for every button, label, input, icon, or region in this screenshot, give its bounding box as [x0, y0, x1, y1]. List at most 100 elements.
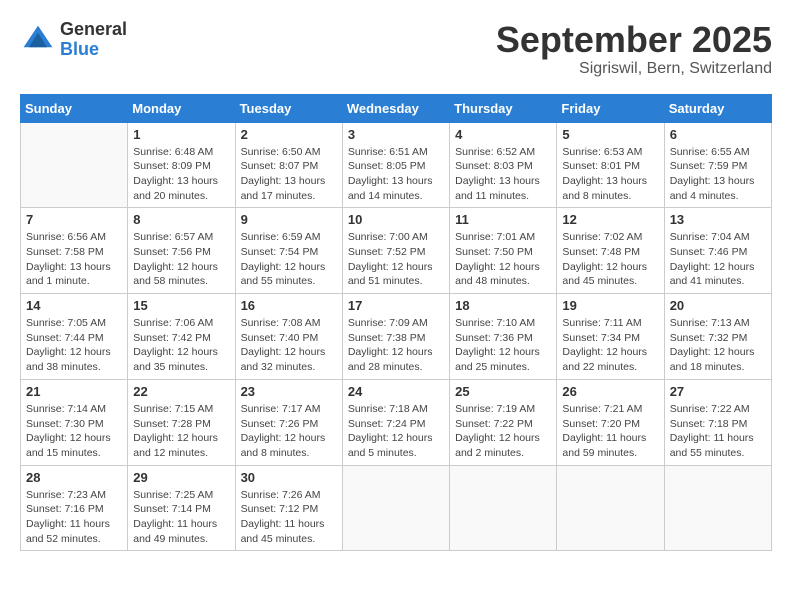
calendar-week-3: 14 Sunrise: 7:05 AMSunset: 7:44 PMDayligh… — [21, 294, 772, 380]
cell-info: Sunrise: 7:18 AMSunset: 7:24 PMDaylight:… — [348, 402, 444, 461]
day-number: 8 — [133, 212, 229, 227]
calendar-cell: 4 Sunrise: 6:52 AMSunset: 8:03 PMDaylight… — [450, 122, 557, 208]
calendar-cell: 11 Sunrise: 7:01 AMSunset: 7:50 PMDayligh… — [450, 208, 557, 294]
day-number: 23 — [241, 384, 337, 399]
calendar-cell: 20Sunrise: 7:13 AMSunset: 7:32 PMDayligh… — [664, 294, 771, 380]
calendar-cell: 25 Sunrise: 7:19 AMSunset: 7:22 PMDayligh… — [450, 379, 557, 465]
calendar-cell: 28Sunrise: 7:23 AMSunset: 7:16 PMDayligh… — [21, 465, 128, 551]
calendar-cell — [21, 122, 128, 208]
calendar-cell: 13 Sunrise: 7:04 AMSunset: 7:46 PMDayligh… — [664, 208, 771, 294]
header-day-friday: Friday — [557, 94, 664, 122]
day-number: 16 — [241, 298, 337, 313]
day-number: 4 — [455, 127, 551, 142]
cell-info: Sunrise: 7:00 AMSunset: 7:52 PMDaylight:… — [348, 230, 444, 289]
day-number: 13 — [670, 212, 766, 227]
day-number: 12 — [562, 212, 658, 227]
cell-info: Sunrise: 7:19 AMSunset: 7:22 PMDaylight:… — [455, 402, 551, 461]
cell-info: Sunrise: 7:04 AMSunset: 7:46 PMDaylight:… — [670, 230, 766, 289]
day-number: 3 — [348, 127, 444, 142]
cell-info: Sunrise: 7:02 AMSunset: 7:48 PMDaylight:… — [562, 230, 658, 289]
calendar-cell: 1 Sunrise: 6:48 AMSunset: 8:09 PMDaylight… — [128, 122, 235, 208]
cell-info: Sunrise: 7:21 AMSunset: 7:20 PMDaylight:… — [562, 402, 658, 461]
calendar-week-2: 7 Sunrise: 6:56 AMSunset: 7:58 PMDaylight… — [21, 208, 772, 294]
location: Sigriswil, Bern, Switzerland — [496, 60, 772, 78]
header-day-thursday: Thursday — [450, 94, 557, 122]
cell-info: Sunrise: 6:56 AMSunset: 7:58 PMDaylight:… — [26, 230, 122, 289]
calendar-cell: 24Sunrise: 7:18 AMSunset: 7:24 PMDayligh… — [342, 379, 449, 465]
logo-blue: Blue — [60, 40, 127, 60]
day-number: 9 — [241, 212, 337, 227]
day-number: 6 — [670, 127, 766, 142]
calendar-cell: 8Sunrise: 6:57 AMSunset: 7:56 PMDaylight… — [128, 208, 235, 294]
cell-info: Sunrise: 7:11 AMSunset: 7:34 PMDaylight:… — [562, 316, 658, 375]
calendar-cell: 27 Sunrise: 7:22 AMSunset: 7:18 PMDayligh… — [664, 379, 771, 465]
cell-info: Sunrise: 7:25 AMSunset: 7:14 PMDaylight:… — [133, 488, 229, 547]
calendar-cell: 21 Sunrise: 7:14 AMSunset: 7:30 PMDayligh… — [21, 379, 128, 465]
day-number: 30 — [241, 470, 337, 485]
calendar-cell: 7 Sunrise: 6:56 AMSunset: 7:58 PMDaylight… — [21, 208, 128, 294]
calendar-cell: 29 Sunrise: 7:25 AMSunset: 7:14 PMDayligh… — [128, 465, 235, 551]
logo: General Blue — [20, 20, 127, 60]
cell-info: Sunrise: 7:15 AMSunset: 7:28 PMDaylight:… — [133, 402, 229, 461]
calendar-cell — [557, 465, 664, 551]
calendar-cell: 14 Sunrise: 7:05 AMSunset: 7:44 PMDayligh… — [21, 294, 128, 380]
calendar-cell: 2 Sunrise: 6:50 AMSunset: 8:07 PMDaylight… — [235, 122, 342, 208]
day-number: 15 — [133, 298, 229, 313]
day-number: 7 — [26, 212, 122, 227]
cell-info: Sunrise: 7:17 AMSunset: 7:26 PMDaylight:… — [241, 402, 337, 461]
day-number: 22 — [133, 384, 229, 399]
day-number: 18 — [455, 298, 551, 313]
header-day-wednesday: Wednesday — [342, 94, 449, 122]
page-header: General Blue September 2025 Sigriswil, B… — [20, 20, 772, 78]
header-day-saturday: Saturday — [664, 94, 771, 122]
calendar-cell: 19 Sunrise: 7:11 AMSunset: 7:34 PMDayligh… — [557, 294, 664, 380]
cell-info: Sunrise: 6:48 AMSunset: 8:09 PMDaylight:… — [133, 145, 229, 204]
calendar-cell: 6 Sunrise: 6:55 AMSunset: 7:59 PMDaylight… — [664, 122, 771, 208]
calendar-cell — [450, 465, 557, 551]
cell-info: Sunrise: 7:22 AMSunset: 7:18 PMDaylight:… — [670, 402, 766, 461]
day-number: 25 — [455, 384, 551, 399]
calendar-cell: 26 Sunrise: 7:21 AMSunset: 7:20 PMDayligh… — [557, 379, 664, 465]
logo-general: General — [60, 20, 127, 40]
day-number: 28 — [26, 470, 122, 485]
calendar-cell: 3 Sunrise: 6:51 AMSunset: 8:05 PMDaylight… — [342, 122, 449, 208]
cell-info: Sunrise: 7:06 AMSunset: 7:42 PMDaylight:… — [133, 316, 229, 375]
day-number: 21 — [26, 384, 122, 399]
logo-icon — [20, 22, 56, 58]
logo-text: General Blue — [60, 20, 127, 60]
calendar-cell: 30 Sunrise: 7:26 AMSunset: 7:12 PMDayligh… — [235, 465, 342, 551]
cell-info: Sunrise: 7:26 AMSunset: 7:12 PMDaylight:… — [241, 488, 337, 547]
calendar-header-row: SundayMondayTuesdayWednesdayThursdayFrid… — [21, 94, 772, 122]
day-number: 2 — [241, 127, 337, 142]
day-number: 11 — [455, 212, 551, 227]
day-number: 14 — [26, 298, 122, 313]
day-number: 29 — [133, 470, 229, 485]
cell-info: Sunrise: 6:55 AMSunset: 7:59 PMDaylight:… — [670, 145, 766, 204]
day-number: 10 — [348, 212, 444, 227]
cell-info: Sunrise: 7:01 AMSunset: 7:50 PMDaylight:… — [455, 230, 551, 289]
day-number: 17 — [348, 298, 444, 313]
day-number: 1 — [133, 127, 229, 142]
cell-info: Sunrise: 7:09 AMSunset: 7:38 PMDaylight:… — [348, 316, 444, 375]
calendar-cell: 15 Sunrise: 7:06 AMSunset: 7:42 PMDayligh… — [128, 294, 235, 380]
title-block: September 2025 Sigriswil, Bern, Switzerl… — [496, 20, 772, 78]
cell-info: Sunrise: 6:59 AMSunset: 7:54 PMDaylight:… — [241, 230, 337, 289]
cell-info: Sunrise: 7:14 AMSunset: 7:30 PMDaylight:… — [26, 402, 122, 461]
header-day-tuesday: Tuesday — [235, 94, 342, 122]
header-day-monday: Monday — [128, 94, 235, 122]
calendar-cell: 12 Sunrise: 7:02 AMSunset: 7:48 PMDayligh… — [557, 208, 664, 294]
calendar-cell: 18 Sunrise: 7:10 AMSunset: 7:36 PMDayligh… — [450, 294, 557, 380]
calendar-cell: 5Sunrise: 6:53 AMSunset: 8:01 PMDaylight… — [557, 122, 664, 208]
day-number: 19 — [562, 298, 658, 313]
cell-info: Sunrise: 7:05 AMSunset: 7:44 PMDaylight:… — [26, 316, 122, 375]
calendar-cell: 17 Sunrise: 7:09 AMSunset: 7:38 PMDayligh… — [342, 294, 449, 380]
day-number: 27 — [670, 384, 766, 399]
cell-info: Sunrise: 7:10 AMSunset: 7:36 PMDaylight:… — [455, 316, 551, 375]
cell-info: Sunrise: 6:51 AMSunset: 8:05 PMDaylight:… — [348, 145, 444, 204]
cell-info: Sunrise: 7:08 AMSunset: 7:40 PMDaylight:… — [241, 316, 337, 375]
day-number: 26 — [562, 384, 658, 399]
cell-info: Sunrise: 6:52 AMSunset: 8:03 PMDaylight:… — [455, 145, 551, 204]
cell-info: Sunrise: 6:50 AMSunset: 8:07 PMDaylight:… — [241, 145, 337, 204]
cell-info: Sunrise: 7:13 AMSunset: 7:32 PMDaylight:… — [670, 316, 766, 375]
calendar-cell: 9 Sunrise: 6:59 AMSunset: 7:54 PMDaylight… — [235, 208, 342, 294]
